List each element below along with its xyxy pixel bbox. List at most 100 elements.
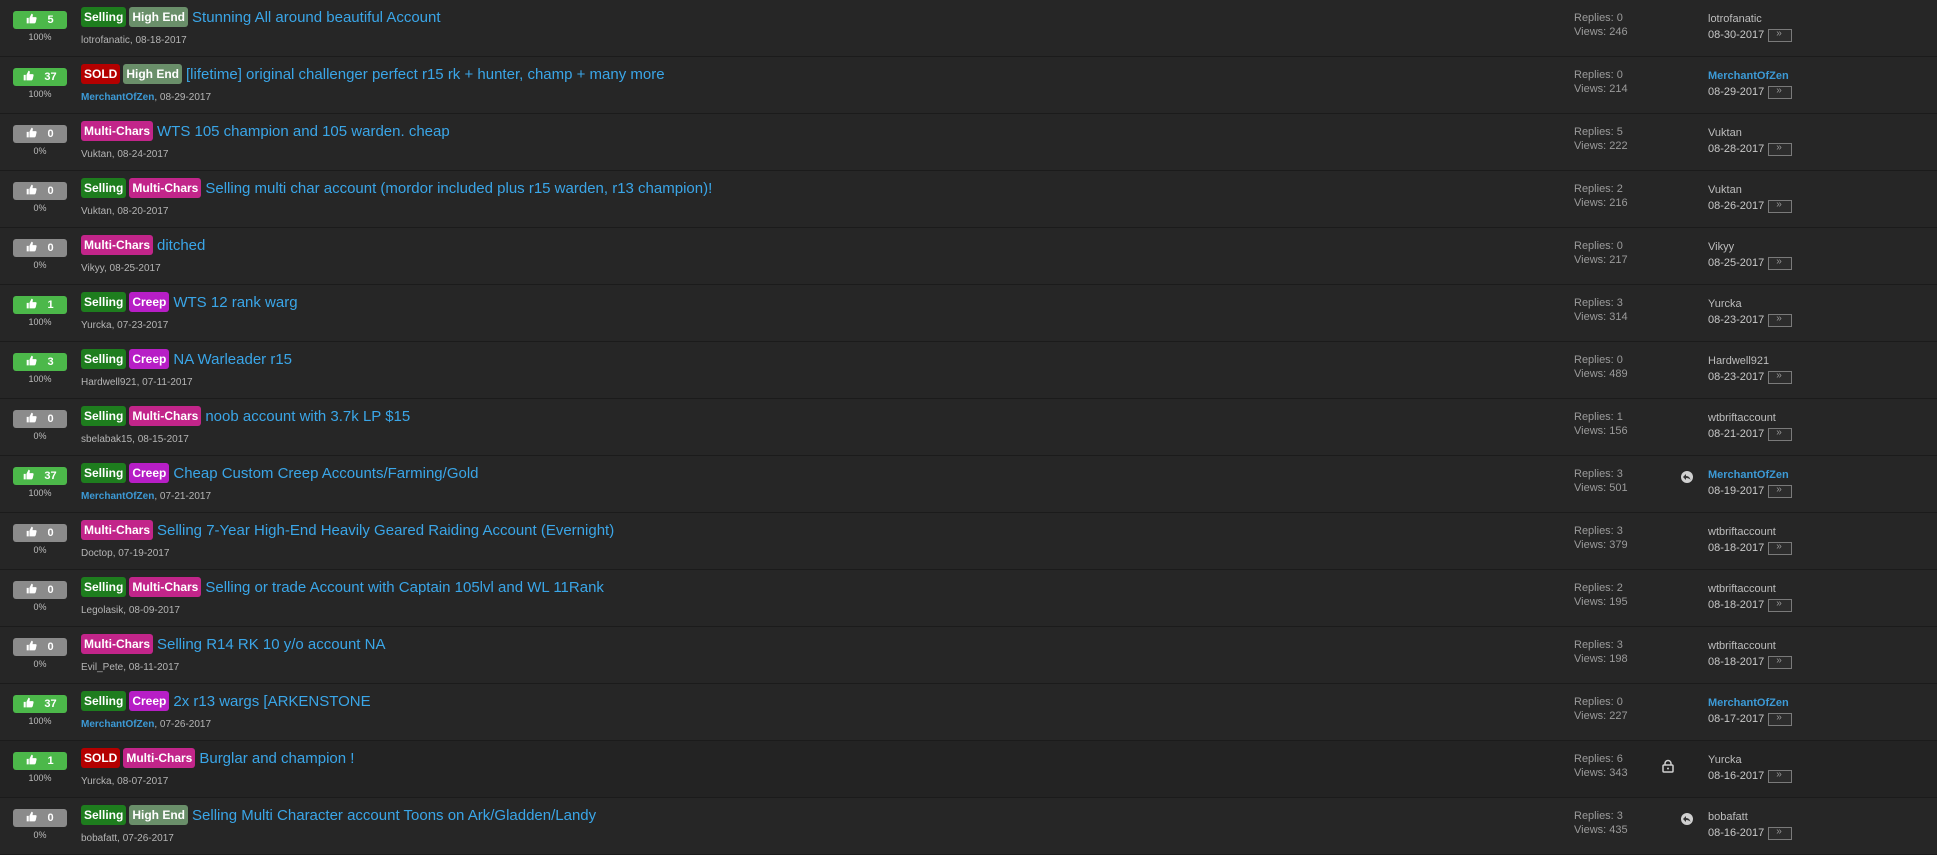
prefix-badge-selling[interactable]: Selling	[81, 577, 127, 597]
like-button[interactable]: 37	[13, 467, 67, 485]
author-link[interactable]: MerchantOfZen	[81, 719, 154, 730]
go-to-last-post-button[interactable]	[1768, 311, 1793, 327]
thread-row[interactable]: 37 100% SOLD High End [lifetime] original ch…	[0, 57, 1937, 114]
author-link[interactable]: Evil_Pete	[81, 662, 123, 673]
go-to-last-post-button[interactable]	[1768, 710, 1793, 726]
author-link[interactable]: Vuktan	[81, 149, 112, 160]
go-to-last-post-button[interactable]	[1768, 254, 1793, 270]
go-to-last-post-button[interactable]	[1768, 767, 1793, 783]
go-to-last-post-button[interactable]	[1768, 653, 1793, 669]
go-to-last-post-button[interactable]	[1768, 197, 1793, 213]
prefix-badge-multi[interactable]: Multi-Chars	[129, 577, 202, 597]
like-button[interactable]: 5	[13, 11, 67, 29]
go-to-last-post-button[interactable]	[1768, 83, 1793, 99]
like-button[interactable]: 3	[13, 353, 67, 371]
reputation-widget[interactable]: 5 100%	[13, 11, 67, 42]
author-link[interactable]: bobafatt	[81, 833, 117, 844]
author-link[interactable]: Vuktan	[81, 206, 112, 217]
prefix-badge-selling[interactable]: Selling	[81, 292, 127, 312]
author-link[interactable]: Hardwell921	[81, 377, 137, 388]
prefix-badge-highend[interactable]: High End	[129, 7, 189, 27]
author-link[interactable]: Doctop	[81, 548, 113, 559]
reputation-widget[interactable]: 37 100%	[13, 695, 67, 726]
thread-row[interactable]: 0 0% Selling Multi-Chars Selling multi char …	[0, 171, 1937, 228]
reputation-widget[interactable]: 37 100%	[13, 467, 67, 498]
thread-row[interactable]: 0 0% Multi-Chars ditched Vikyy, 08-25-2017 Re…	[0, 228, 1937, 285]
prefix-badge-selling[interactable]: Selling	[81, 178, 127, 198]
thread-title-link[interactable]: WTS 12 rank warg	[173, 294, 297, 311]
prefix-badge-selling[interactable]: Selling	[81, 691, 127, 711]
prefix-badge-multi[interactable]: Multi-Chars	[129, 406, 202, 426]
prefix-badge-creep[interactable]: Creep	[129, 463, 170, 483]
reputation-widget[interactable]: 3 100%	[13, 353, 67, 384]
thread-title-link[interactable]: Selling Multi Character account Toons on…	[192, 807, 596, 824]
like-button[interactable]: 0	[13, 581, 67, 599]
reputation-widget[interactable]: 0 0%	[13, 410, 67, 441]
prefix-badge-multi[interactable]: Multi-Chars	[129, 178, 202, 198]
thread-title-link[interactable]: Selling R14 RK 10 y/o account NA	[157, 636, 385, 653]
thread-row[interactable]: 0 0% Multi-Chars WTS 105 champion and 105 w…	[0, 114, 1937, 171]
reputation-widget[interactable]: 0 0%	[13, 524, 67, 555]
like-button[interactable]: 0	[13, 239, 67, 257]
prefix-badge-multi[interactable]: Multi-Chars	[123, 748, 196, 768]
like-button[interactable]: 0	[13, 182, 67, 200]
author-link[interactable]: Yurcka	[81, 320, 112, 331]
prefix-badge-multi[interactable]: Multi-Chars	[81, 520, 153, 540]
prefix-badge-creep[interactable]: Creep	[129, 349, 170, 369]
prefix-badge-selling[interactable]: Selling	[81, 349, 127, 369]
go-to-last-post-button[interactable]	[1768, 596, 1793, 612]
prefix-badge-multi[interactable]: Multi-Chars	[81, 121, 153, 141]
thread-title-link[interactable]: noob account with 3.7k LP $15	[205, 408, 410, 425]
like-button[interactable]: 1	[13, 296, 67, 314]
prefix-badge-selling[interactable]: Selling	[81, 805, 127, 825]
reputation-widget[interactable]: 0 0%	[13, 182, 67, 213]
reputation-widget[interactable]: 0 0%	[13, 809, 67, 840]
like-button[interactable]: 37	[13, 68, 67, 86]
prefix-badge-creep[interactable]: Creep	[129, 691, 170, 711]
thread-row[interactable]: 0 0% Selling Multi-Chars Selling or trade Ac…	[0, 570, 1937, 627]
like-button[interactable]: 0	[13, 638, 67, 656]
reputation-widget[interactable]: 0 0%	[13, 239, 67, 270]
reputation-widget[interactable]: 0 0%	[13, 638, 67, 669]
prefix-badge-highend[interactable]: High End	[129, 805, 189, 825]
prefix-badge-selling[interactable]: Selling	[81, 406, 127, 426]
thread-row[interactable]: 37 100% Selling Creep 2x r13 wargs [ARKENSTO…	[0, 684, 1937, 741]
reputation-widget[interactable]: 0 0%	[13, 125, 67, 156]
thread-title-link[interactable]: Burglar and champion !	[199, 750, 354, 767]
thread-row[interactable]: 0 0% Selling High End Selling Multi Characte…	[0, 798, 1937, 855]
go-to-last-post-button[interactable]	[1768, 539, 1793, 555]
thread-title-link[interactable]: ditched	[157, 237, 205, 254]
thread-row[interactable]: 1 100% SOLD Multi-Chars Burglar and champion…	[0, 741, 1937, 798]
thread-title-link[interactable]: Selling 7-Year High-End Heavily Geared R…	[157, 522, 614, 539]
go-to-last-post-button[interactable]	[1768, 26, 1793, 42]
go-to-last-post-button[interactable]	[1768, 368, 1793, 384]
reputation-widget[interactable]: 37 100%	[13, 68, 67, 99]
like-button[interactable]: 1	[13, 752, 67, 770]
prefix-badge-highend[interactable]: High End	[123, 64, 183, 84]
like-button[interactable]: 0	[13, 410, 67, 428]
reputation-widget[interactable]: 1 100%	[13, 296, 67, 327]
prefix-badge-selling[interactable]: Selling	[81, 7, 127, 27]
go-to-last-post-button[interactable]	[1768, 482, 1793, 498]
author-link[interactable]: Legolasik	[81, 605, 123, 616]
thread-row[interactable]: 1 100% Selling Creep WTS 12 rank warg Yurcka,…	[0, 285, 1937, 342]
thread-title-link[interactable]: [lifetime] original challenger perfect r…	[186, 66, 665, 83]
author-link[interactable]: Vikyy	[81, 263, 104, 274]
thread-row[interactable]: 0 0% Multi-Chars Selling R14 RK 10 y/o acco…	[0, 627, 1937, 684]
thread-title-link[interactable]: 2x r13 wargs [ARKENSTONE	[173, 693, 370, 710]
author-link[interactable]: lotrofanatic	[81, 35, 130, 46]
prefix-badge-creep[interactable]: Creep	[129, 292, 170, 312]
author-link[interactable]: sbelabak15	[81, 434, 132, 445]
thread-title-link[interactable]: Selling or trade Account with Captain 10…	[205, 579, 604, 596]
author-link[interactable]: MerchantOfZen	[81, 92, 154, 103]
author-link[interactable]: MerchantOfZen	[81, 491, 154, 502]
like-button[interactable]: 0	[13, 524, 67, 542]
prefix-badge-multi[interactable]: Multi-Chars	[81, 634, 153, 654]
like-button[interactable]: 0	[13, 125, 67, 143]
prefix-badge-multi[interactable]: Multi-Chars	[81, 235, 153, 255]
thread-title-link[interactable]: NA Warleader r15	[173, 351, 292, 368]
thread-row[interactable]: 0 0% Multi-Chars Selling 7-Year High-End He…	[0, 513, 1937, 570]
thread-title-link[interactable]: Stunning All around beautiful Account	[192, 9, 441, 26]
prefix-badge-sold[interactable]: SOLD	[81, 64, 121, 84]
thread-row[interactable]: 0 0% Selling Multi-Chars noob account with 3…	[0, 399, 1937, 456]
